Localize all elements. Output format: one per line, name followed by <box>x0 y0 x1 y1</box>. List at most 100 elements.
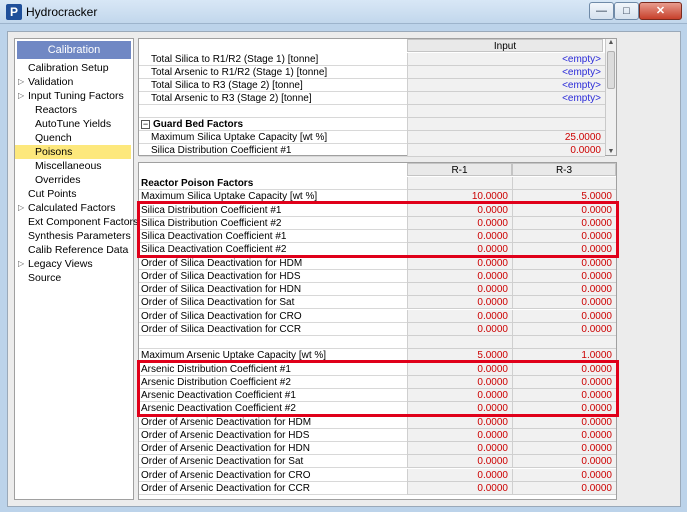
value-cell-r3[interactable]: 0.0000 <box>512 389 616 402</box>
input-value-cell[interactable]: 0.0000 <box>407 144 605 157</box>
grid-row: Silica Distribution Coefficient #1 0.0000 <box>139 144 605 157</box>
value-cell-r1[interactable]: 0.0000 <box>407 415 512 429</box>
value-cell-r1[interactable]: 0.0000 <box>407 322 512 336</box>
row-label: Silica Distribution Coefficient #1 <box>139 204 407 217</box>
sidebar-item-poisons[interactable]: Poisons <box>15 145 131 159</box>
sidebar-item-validation[interactable]: ▷ Validation <box>15 75 133 89</box>
maximize-button[interactable]: □ <box>614 2 639 20</box>
value-cell-r3[interactable]: 0.0000 <box>512 468 616 482</box>
value-cell-r1[interactable]: 0.0000 <box>407 230 512 243</box>
input-value-cell[interactable]: 25.0000 <box>407 131 605 144</box>
value-cell-r3[interactable]: 0.0000 <box>512 402 616 416</box>
value-cell-r3[interactable]: 0.0000 <box>512 243 616 257</box>
value-cell-r3[interactable]: 1.0000 <box>512 349 616 363</box>
value-cell-r3[interactable]: 0.0000 <box>512 442 616 455</box>
grid-row: Arsenic Distribution Coefficient #1 0.000… <box>139 362 616 376</box>
value-cell-r1[interactable]: 0.0000 <box>407 243 512 257</box>
value-cell-r3[interactable]: 0.0000 <box>512 296 616 310</box>
value-cell-r1[interactable]: 0.0000 <box>407 283 512 296</box>
value-cell-r1[interactable]: 0.0000 <box>407 375 512 389</box>
sidebar-item-input-tuning-factors[interactable]: ▷ Input Tuning Factors <box>15 89 133 103</box>
expand-icon[interactable]: ▷ <box>18 89 24 103</box>
value-cell-r1[interactable]: 0.0000 <box>407 296 512 310</box>
sidebar-item-calculated-factors[interactable]: ▷ Calculated Factors <box>15 201 133 215</box>
close-button[interactable]: ✕ <box>639 2 682 20</box>
value-cell-r1[interactable]: 0.0000 <box>407 203 512 217</box>
value-cell-r1[interactable]: 10.0000 <box>407 190 512 204</box>
value-cell-r1[interactable]: 0.0000 <box>407 402 512 416</box>
minimize-button[interactable]: — <box>589 2 614 20</box>
expand-icon[interactable]: ▷ <box>18 201 24 215</box>
value-cell-r3[interactable]: 0.0000 <box>512 322 616 336</box>
sidebar-item-cut-points[interactable]: Cut Points <box>15 187 133 201</box>
value-cell-r3[interactable]: 0.0000 <box>512 283 616 296</box>
value-cell-r1[interactable]: 0.0000 <box>407 455 512 469</box>
scroll-down-icon[interactable]: ▼ <box>606 148 616 155</box>
value-cell-r1[interactable]: 0.0000 <box>407 256 512 270</box>
input-value-cell[interactable]: <empty> <box>407 79 605 92</box>
input-value-cell[interactable]: <empty> <box>407 53 605 66</box>
value-cell-r3[interactable]: 0.0000 <box>512 309 616 323</box>
sidebar-item-source[interactable]: Source <box>15 271 133 285</box>
sidebar-item-label: AutoTune Yields <box>35 118 112 130</box>
row-label: Silica Distribution Coefficient #2 <box>139 217 407 230</box>
row-label: Order of Arsenic Deactivation for HDM <box>139 416 407 429</box>
value-cell-r3[interactable]: 0.0000 <box>512 481 616 495</box>
sidebar-item-miscellaneous[interactable]: Miscellaneous <box>15 159 133 173</box>
input-grid-scrollbar[interactable]: ▲ ▼ <box>605 39 616 155</box>
value-cell-r1[interactable]: 0.0000 <box>407 216 512 230</box>
scroll-thumb[interactable] <box>607 51 615 89</box>
sidebar-item-calib-reference-data[interactable]: Calib Reference Data <box>15 243 133 257</box>
sidebar-item-label: Quench <box>35 132 72 144</box>
expand-icon[interactable]: ▷ <box>18 257 24 271</box>
value-cell-r3[interactable]: 0.0000 <box>512 428 616 442</box>
input-value-cell[interactable]: <empty> <box>407 66 605 79</box>
value-cell-r1[interactable]: 0.0000 <box>407 468 512 482</box>
value-cell-r3[interactable]: 5.0000 <box>512 190 616 204</box>
value-cell-r3[interactable]: 0.0000 <box>512 269 616 283</box>
value-cell-r1[interactable]: 0.0000 <box>407 481 512 495</box>
value-cell-r3[interactable]: 0.0000 <box>512 415 616 429</box>
reactor-grid: R-1 R-3 Reactor Poison Factors Maximum Si… <box>138 162 617 500</box>
input-value-cell[interactable]: <empty> <box>407 92 605 105</box>
input-value-cell <box>407 118 605 131</box>
value-cell-r1[interactable]: 0.0000 <box>407 362 512 376</box>
row-label <box>139 336 407 349</box>
sidebar-item-reactors[interactable]: Reactors <box>15 103 133 117</box>
grid-row: Total Silica to R1/R2 (Stage 1) [tonne] <… <box>139 53 605 66</box>
value-cell-r1[interactable]: 0.0000 <box>407 269 512 283</box>
sidebar-item-legacy-views[interactable]: ▷ Legacy Views <box>15 257 133 271</box>
scroll-up-icon[interactable]: ▲ <box>606 39 616 46</box>
value-cell-r3[interactable]: 0.0000 <box>512 230 616 243</box>
value-cell-r1[interactable]: 0.0000 <box>407 389 512 402</box>
sidebar-header: Calibration <box>17 41 131 59</box>
value-cell-r1 <box>407 336 512 349</box>
value-cell-r1[interactable]: 0.0000 <box>407 428 512 442</box>
sidebar-item-autotune-yields[interactable]: AutoTune Yields <box>15 117 133 131</box>
app-icon: P <box>6 4 22 20</box>
row-label: Order of Silica Deactivation for Sat <box>139 296 407 310</box>
value-cell-r3[interactable]: 0.0000 <box>512 256 616 270</box>
value-cell-r3[interactable]: 0.0000 <box>512 216 616 230</box>
sidebar-item-calibration-setup[interactable]: Calibration Setup <box>15 61 133 75</box>
value-cell-r3[interactable]: 0.0000 <box>512 203 616 217</box>
sidebar-item-label: Reactors <box>35 104 78 116</box>
sidebar-item-quench[interactable]: Quench <box>15 131 133 145</box>
value-cell-r3[interactable]: 0.0000 <box>512 455 616 469</box>
value-cell-r1[interactable]: 0.0000 <box>407 442 512 455</box>
value-cell-r3[interactable]: 0.0000 <box>512 362 616 376</box>
sidebar-item-synthesis-parameters[interactable]: Synthesis Parameters <box>15 229 133 243</box>
value-cell-r3[interactable]: 0.0000 <box>512 375 616 389</box>
section-header: Reactor Poison Factors <box>139 177 616 190</box>
expand-icon[interactable]: ▷ <box>18 75 24 89</box>
value-cell-r1[interactable]: 0.0000 <box>407 309 512 323</box>
sidebar-item-ext-component-factors[interactable]: Ext Component Factors <box>15 215 138 229</box>
sidebar-item-label: Calculated Factors <box>28 202 116 214</box>
row-label: Total Silica to R1/R2 (Stage 1) [tonne] <box>139 53 407 66</box>
sidebar-item-overrides[interactable]: Overrides <box>15 173 133 187</box>
sidebar-item-label: Miscellaneous <box>35 160 102 172</box>
sidebar-item-label: Overrides <box>35 174 81 186</box>
value-cell-r1[interactable]: 5.0000 <box>407 349 512 363</box>
grid-row <box>139 336 616 349</box>
row-label: Guard Bed Factors <box>139 118 407 131</box>
